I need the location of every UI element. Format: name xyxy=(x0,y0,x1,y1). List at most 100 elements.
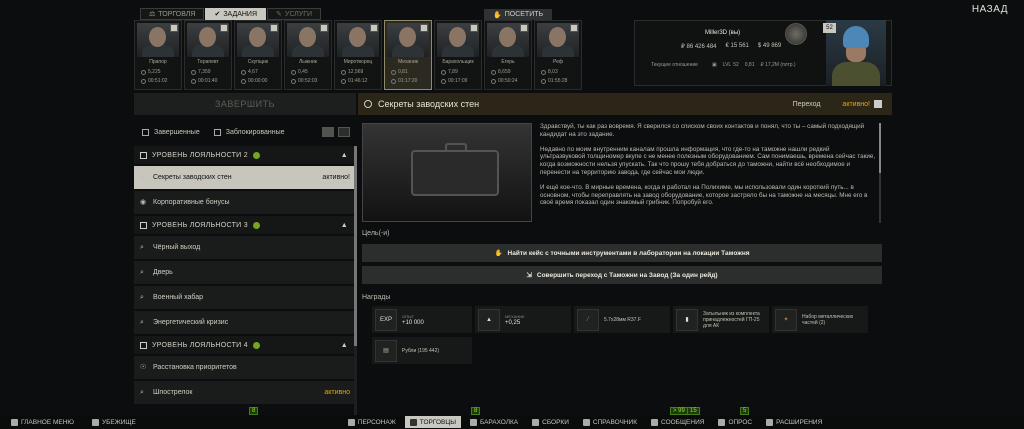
tab-quests[interactable]: ✔ ЗАДАНИЯ xyxy=(205,8,267,20)
bottom-menu-item[interactable]: ПЕРСОНАЖ xyxy=(343,416,401,428)
trader-name: Миротворец xyxy=(343,59,373,65)
trader-timer: 00:17:09 xyxy=(441,78,467,84)
menu-icon xyxy=(347,418,355,426)
reward-standing: ▲ МЕХАНИК +0,25 xyxy=(475,306,571,333)
trader-name: Барахольщик xyxy=(442,59,474,65)
hand-icon: ✋ xyxy=(493,11,502,19)
loyalty-level-icon xyxy=(370,24,378,32)
tab-trading[interactable]: ⚖ ТОРГОВЛЯ xyxy=(140,8,205,20)
menu-icon xyxy=(582,418,590,426)
loyalty-level-icon xyxy=(320,24,328,32)
quest-marker-icon xyxy=(364,100,372,108)
quest-list-item[interactable]: ⌕ Военный хабар xyxy=(134,286,356,309)
trader-card[interactable]: Прапор 5,225 00:51:02 xyxy=(134,20,182,90)
menu-icon xyxy=(766,418,774,426)
menu-icon xyxy=(11,418,18,426)
visit-button[interactable]: ✋ ПОСЕТИТЬ xyxy=(484,9,553,20)
check-icon xyxy=(252,151,260,159)
clock-icon xyxy=(191,78,196,84)
app-root: ⚖ ТОРГОВЛЯ ✔ ЗАДАНИЯ ✎ УСЛУГИ ✋ ПОСЕТИТЬ НАЗ… xyxy=(0,0,1024,429)
player-level-badge: 52 xyxy=(823,23,836,33)
standing-icon xyxy=(541,69,546,75)
loyalty-icon xyxy=(140,341,147,349)
loyalty-level-icon xyxy=(420,24,428,32)
spent-value: ₽ 17,2M (потр.) xyxy=(760,62,796,68)
dollars: $ 49 869 xyxy=(757,43,782,49)
bottom-menu-item[interactable]: БАРАХОЛКА xyxy=(465,416,523,428)
bottom-menu-item[interactable]: ТОРГОВЦЫ xyxy=(404,416,461,428)
trader-standing: 5,225 xyxy=(141,69,161,75)
scales-icon: ⚖ xyxy=(149,11,156,18)
bottom-menu-item[interactable]: СООБЩЕНИЯ xyxy=(646,416,709,428)
clock-icon xyxy=(241,78,246,84)
trader-card[interactable]: Механик 0,81 01:17:20 xyxy=(384,20,432,90)
back-button[interactable]: НАЗАД xyxy=(972,4,1008,15)
bottom-menu-item[interactable]: УБЕЖИЩЕ xyxy=(87,416,141,428)
trader-card[interactable]: Скупщик 4,67 00:00:00 xyxy=(234,20,282,90)
trader-emblem-icon xyxy=(785,23,807,45)
completed-checkbox[interactable] xyxy=(142,128,149,136)
trader-name: Механик xyxy=(398,59,418,65)
quest-paragraph: И ещё кое-что. В мирные времена, когда я… xyxy=(540,183,868,207)
clock-icon xyxy=(291,78,296,84)
completed-filter-label: Завершенные xyxy=(154,128,200,136)
bottom-menu-item[interactable]: СПРАВОЧНИК xyxy=(578,416,642,428)
parts-icon: ✦ xyxy=(775,308,797,331)
standing-icon xyxy=(491,69,496,75)
quest-list-item[interactable]: ⌕ Энергетический кризис xyxy=(134,311,356,334)
loyalty-group-header[interactable]: УРОВЕНЬ ЛОЯЛЬНОСТИ 4 ▲ xyxy=(134,336,356,354)
quest-type-icon: ☉ xyxy=(140,364,147,371)
trader-card[interactable]: Реф 8,03 01:55:28 xyxy=(534,20,582,90)
trader-card[interactable]: Барахольщик 7,89 00:17:09 xyxy=(434,20,482,90)
menu-icon xyxy=(92,418,99,426)
flea-badge: > 99 xyxy=(670,407,688,415)
quest-list-item[interactable]: ◉ Корпоративные бонусы xyxy=(134,191,356,214)
trader-card[interactable]: Егерь 8,659 00:50:24 xyxy=(484,20,532,90)
bottom-menu-item[interactable]: ОПРОС xyxy=(713,416,757,428)
goals-label: Цель(-и) xyxy=(362,230,390,237)
grid-view-button[interactable] xyxy=(338,127,350,137)
bottom-menu-item[interactable]: ГЛАВНОЕ МЕНЮ xyxy=(6,416,79,428)
loyalty-icon xyxy=(140,221,147,229)
reward-item[interactable]: ▤ Рубли (195 442) xyxy=(372,337,472,364)
status-info-icon[interactable] xyxy=(874,100,882,108)
quest-list-item[interactable]: ☉ Расстановка приоритетов xyxy=(134,356,356,379)
list-view-button[interactable] xyxy=(322,127,334,137)
trader-card[interactable]: Миротворец 12,569 01:46:12 xyxy=(334,20,382,90)
trader-standing: 12,569 xyxy=(341,69,363,75)
loyalty-group-header[interactable]: УРОВЕНЬ ЛОЯЛЬНОСТИ 2 ▲ xyxy=(134,146,356,164)
bottom-menu-item[interactable]: СБОРКИ xyxy=(527,416,574,428)
chevron-up-icon: ▲ xyxy=(340,221,348,229)
player-name: Miller3D (вы) xyxy=(705,30,741,36)
quest-list-item[interactable]: ⌕ Чёрный выход xyxy=(134,236,356,259)
menu-icon xyxy=(718,418,726,426)
trader-standing: 8,659 xyxy=(491,69,511,75)
quest-title: Секреты заводских стен xyxy=(378,99,480,109)
loyalty-group-header[interactable]: УРОВЕНЬ ЛОЯЛЬНОСТИ 3 ▲ xyxy=(134,216,356,234)
tab-services[interactable]: ✎ УСЛУГИ xyxy=(267,8,322,20)
top-navigation: ⚖ ТОРГОВЛЯ ✔ ЗАДАНИЯ ✎ УСЛУГИ ✋ ПОСЕТИТЬ НАЗ… xyxy=(0,0,1024,20)
clock-icon xyxy=(441,78,446,84)
quest-list-item[interactable]: ⌕ Шпострелок активно xyxy=(134,381,356,404)
reward-item[interactable]: ✦ Набор металлических частей (2) xyxy=(772,306,868,333)
trader-name: Реф xyxy=(552,59,563,65)
trader-card[interactable]: Лыжник 0,45 00:52:03 xyxy=(284,20,332,90)
bottom-menu-item[interactable]: РАСШИРЕНИЯ xyxy=(761,416,827,428)
description-scrollbar[interactable] xyxy=(879,123,881,223)
loyalty-level-icon xyxy=(270,24,278,32)
euros: € 15 561 xyxy=(725,43,749,49)
quest-type-icon: ◉ xyxy=(140,199,147,206)
level-label: LVL xyxy=(722,62,732,68)
locked-checkbox[interactable] xyxy=(213,128,221,136)
reward-item[interactable]: ▮ Затыльник из комплекта принадлежностей… xyxy=(673,306,769,333)
menu-icon xyxy=(651,418,659,426)
clock-icon xyxy=(341,78,346,84)
trader-card[interactable]: Терапевт 7,359 00:01:40 xyxy=(184,20,232,90)
quest-list-item[interactable]: ⌕ Дверь xyxy=(134,261,356,284)
check-icon: ✔ xyxy=(214,11,221,18)
quest-list-item[interactable]: ☉ Секреты заводских стен активно! xyxy=(134,166,356,189)
quest-list-scrollbar[interactable] xyxy=(354,146,357,416)
complete-quest-button[interactable]: ЗАВЕРШИТЬ xyxy=(134,93,356,115)
objective-item: ⇲ Совершить переход с Таможни на Завод (З… xyxy=(362,266,882,284)
reward-item[interactable]: ⁄ 5.7x28мм R37.F xyxy=(574,306,670,333)
